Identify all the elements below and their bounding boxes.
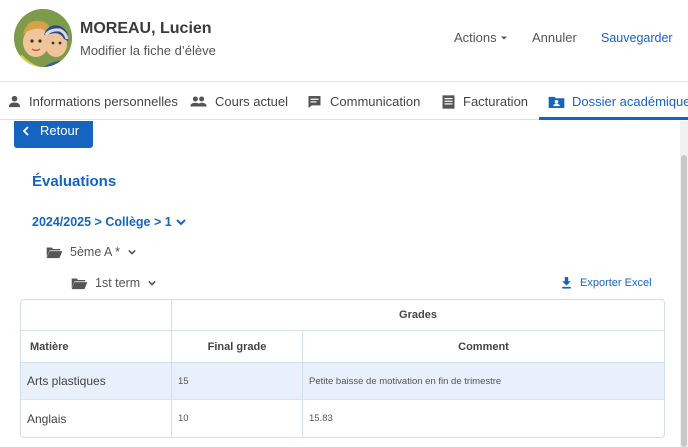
folder-open-icon: [71, 278, 88, 289]
save-button[interactable]: Sauvegarder: [601, 31, 673, 45]
comment-text: Petite baisse de motivation en fin de tr…: [309, 375, 502, 387]
table-header-row: Matière Final grade Comment: [21, 331, 664, 363]
column-header-comment[interactable]: Comment: [303, 331, 664, 362]
active-tab-indicator: [539, 117, 688, 120]
table-row[interactable]: Anglais 10 15.83: [21, 400, 664, 437]
subject-cell: Arts plastiques: [21, 363, 172, 399]
chevron-left-icon: [22, 125, 29, 136]
tab-label: Cours actuel: [215, 94, 288, 109]
column-header-matiere[interactable]: Matière: [21, 331, 172, 362]
comment-cell[interactable]: 15.83: [303, 400, 664, 437]
student-name: MOREAU, Lucien: [80, 20, 212, 37]
final-grade-cell[interactable]: 15: [172, 363, 303, 399]
final-grade-text: 10: [178, 413, 189, 424]
folder-label: 5ème A *: [70, 245, 121, 259]
comment-cell[interactable]: Petite baisse de motivation en fin de tr…: [303, 363, 664, 399]
scrollbar-thumb[interactable]: [681, 155, 687, 447]
chat-icon: [308, 95, 321, 108]
people-icon: [190, 96, 207, 107]
tab-label: Communication: [330, 94, 421, 109]
export-excel-button[interactable]: Exporter Excel: [561, 277, 652, 289]
tab-informations-personnelles[interactable]: Informations personnelles: [7, 83, 178, 120]
chevron-down-icon: [148, 280, 156, 286]
actions-dropdown[interactable]: Actions: [454, 30, 508, 45]
tab-cours-actuel[interactable]: Cours actuel: [189, 83, 288, 120]
chevron-down-icon: [128, 249, 136, 255]
breadcrumb-text: 2024/2025 > Collège > 1: [32, 215, 172, 229]
folder-class[interactable]: 5ème A *: [46, 245, 137, 259]
table-group-header: Grades: [172, 300, 664, 330]
subject-text: Anglais: [27, 411, 67, 426]
table-cell: [21, 300, 172, 330]
column-label: Comment: [458, 340, 509, 353]
actions-label: Actions: [454, 30, 497, 45]
download-icon: [562, 277, 571, 289]
back-button[interactable]: Retour: [14, 121, 93, 148]
person-icon: [8, 95, 21, 108]
column-label: Matière: [30, 340, 69, 353]
page-header: MOREAU, Lucien Modifier la fiche d’élève…: [0, 0, 688, 82]
final-grade-text: 15: [178, 375, 189, 387]
subject-text: Arts plastiques: [27, 374, 106, 388]
grades-group-title: Grades: [399, 309, 437, 321]
folder-open-icon: [46, 247, 63, 258]
tab-label: Dossier académique: [572, 94, 688, 109]
folder-term[interactable]: 1st term: [71, 276, 157, 290]
page-subtitle: Modifier la fiche d’élève: [80, 43, 216, 58]
tab-communication[interactable]: Communication: [306, 83, 420, 120]
export-label: Exporter Excel: [580, 277, 652, 289]
column-header-final-grade[interactable]: Final grade: [172, 331, 303, 362]
tab-label: Informations personnelles: [29, 94, 178, 109]
breadcrumb[interactable]: 2024/2025 > Collège > 1: [32, 215, 187, 229]
main-content: Retour Évaluations 2024/2025 > Collège >…: [0, 121, 680, 447]
section-title: Évaluations: [32, 173, 117, 190]
table-group-header-row: Grades: [21, 300, 664, 331]
tab-label: Facturation: [463, 94, 529, 109]
comment-text: 15.83: [309, 413, 333, 424]
grades-table: Grades Matière Final grade Comment Arts …: [20, 299, 665, 438]
table-row[interactable]: Arts plastiques 15 Petite baisse de moti…: [21, 363, 664, 400]
folder-label: 1st term: [95, 276, 141, 290]
avatar: [14, 9, 72, 67]
chevron-down-icon: [175, 219, 186, 226]
column-label: Final grade: [207, 340, 267, 353]
final-grade-cell[interactable]: 10: [172, 400, 303, 437]
tab-facturation[interactable]: Facturation: [441, 83, 528, 120]
document-icon: [442, 94, 455, 109]
tab-bar: Informations personnelles Cours actuel C…: [0, 83, 688, 120]
back-label: Retour: [40, 123, 80, 138]
tab-dossier-academique[interactable]: Dossier académique: [548, 83, 688, 120]
caret-down-icon: [500, 36, 507, 39]
id-card-icon: [548, 96, 565, 109]
subject-cell: Anglais: [21, 400, 172, 437]
cancel-button[interactable]: Annuler: [532, 30, 577, 45]
